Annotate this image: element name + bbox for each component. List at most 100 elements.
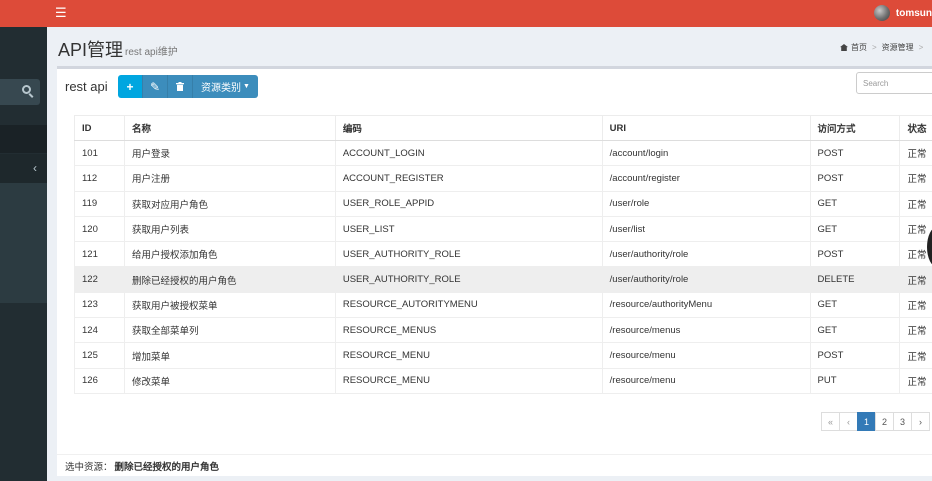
footer-divider	[57, 454, 932, 455]
pencil-icon: ✎	[149, 79, 161, 94]
prev-page-button[interactable]: ‹	[839, 412, 858, 431]
cell-uri: /resource/menu	[601, 342, 811, 369]
cell-id: 123	[74, 292, 125, 319]
user-menu[interactable]: tomsun	[873, 3, 932, 23]
sidebar-header	[0, 125, 47, 153]
user-name: tomsun	[895, 7, 932, 19]
cell-code: USER_ROLE_APPID	[334, 191, 603, 217]
cell-id: 121	[74, 241, 125, 268]
table-row[interactable]: 124 获取全部菜单列 RESOURCE_MENUS/resource/menus G…	[74, 317, 932, 344]
cell-uri: /user/list	[601, 216, 811, 243]
cell-uri: /resource/menu	[601, 368, 811, 394]
table-row[interactable]: 125 增加菜单 RESOURCE_MENU/resource/menu POST 正常	[74, 342, 932, 369]
resource-category-dropdown[interactable]: 资源类别 ▼	[193, 75, 258, 98]
cell-id: 112	[74, 165, 125, 192]
next-page-button[interactable]: ›	[911, 412, 930, 431]
cell-uri: /user/role	[601, 191, 811, 217]
cell-status: 正常	[899, 266, 932, 293]
table-body: 101 用户登录 ACCOUNT_LOGIN/account/login POST 正常…	[74, 140, 932, 394]
delete-button[interactable]	[168, 75, 193, 98]
edit-button[interactable]: ✎	[143, 75, 168, 98]
api-table: ID 名称 编码 URI 访问方式 状态 101 用户登录 ACCOUNT_LOGI…	[74, 115, 932, 394]
cell-name: 给用户授权添加角色	[123, 241, 336, 268]
breadcrumb: 首页 > 资源管理 >	[840, 42, 928, 53]
cell-name: 获取用户被授权菜单	[123, 292, 336, 319]
cell-status: 正常	[899, 368, 932, 394]
cell-status: 正常	[899, 292, 932, 319]
page-3-button[interactable]: 3	[893, 412, 912, 431]
cell-uri: /account/register	[601, 165, 811, 192]
cell-code: RESOURCE_MENUS	[334, 317, 603, 344]
trash-icon	[176, 82, 184, 91]
cell-id: 120	[74, 216, 125, 243]
selected-resource-value: 删除已经授权的用户角色	[114, 462, 220, 473]
cell-code: RESOURCE_MENU	[334, 342, 603, 369]
cell-method: GET	[809, 317, 900, 344]
cell-name: 获取对应用户角色	[123, 191, 336, 217]
column-header-code[interactable]: 编码	[334, 115, 603, 141]
page-subtitle: rest api维护	[125, 47, 178, 58]
table-row[interactable]: 121 给用户授权添加角色 USER_AUTHORITY_ROLE/user/aut…	[74, 241, 932, 268]
page-title: API管理	[58, 40, 124, 60]
table-row[interactable]: 119 获取对应用户角色 USER_ROLE_APPID/user/role GET 正…	[74, 191, 932, 217]
column-header-id[interactable]: ID	[74, 115, 125, 141]
plus-icon: +	[126, 79, 134, 94]
first-page-button[interactable]: «	[821, 412, 840, 431]
cell-uri: /user/authority/role	[601, 266, 811, 293]
search-icon[interactable]	[22, 85, 31, 94]
cell-name: 用户注册	[123, 165, 336, 192]
table-row[interactable]: 112 用户注册 ACCOUNT_REGISTER/account/register…	[74, 165, 932, 192]
table-row[interactable]: 101 用户登录 ACCOUNT_LOGIN/account/login POST 正常	[74, 140, 932, 167]
search-input[interactable]	[856, 72, 932, 94]
column-header-status[interactable]: 状态	[899, 115, 932, 141]
cell-method: GET	[809, 292, 900, 319]
cell-uri: /resource/menus	[601, 317, 811, 344]
cell-id: 125	[74, 342, 125, 369]
cell-code: USER_AUTHORITY_ROLE	[334, 266, 603, 293]
bars-icon[interactable]: ☰	[55, 4, 67, 22]
cell-name: 增加菜单	[123, 342, 336, 369]
column-header-method[interactable]: 访问方式	[809, 115, 900, 141]
cell-code: ACCOUNT_REGISTER	[334, 165, 603, 192]
breadcrumb-home[interactable]: 首页	[851, 42, 867, 53]
cell-id: 126	[74, 368, 125, 394]
cell-id: 122	[74, 266, 125, 293]
cell-status: 正常	[899, 317, 932, 344]
add-button[interactable]: +	[118, 75, 143, 98]
column-header-name[interactable]: 名称	[123, 115, 336, 141]
rest-api-box: rest api + ✎ 资源类别▼ ID 名称 编码 URI 访问方式 状态 …	[57, 66, 932, 476]
cell-name: 用户登录	[123, 140, 336, 167]
cell-code: ACCOUNT_LOGIN	[334, 140, 603, 167]
page-2-button[interactable]: 2	[875, 412, 894, 431]
sidebar-submenu	[0, 183, 47, 303]
cell-code: RESOURCE_MENU	[334, 368, 603, 394]
table-row[interactable]: 122 删除已经授权的用户角色 USER_AUTHORITY_ROLE/user/a…	[74, 266, 932, 293]
page-1-button[interactable]: 1	[857, 412, 876, 431]
sidebar-search[interactable]	[0, 79, 40, 105]
table-header-row: ID 名称 编码 URI 访问方式 状态	[74, 115, 932, 141]
cell-id: 101	[74, 140, 125, 167]
home-icon	[840, 44, 848, 51]
box-title: rest api	[65, 79, 108, 94]
cell-id: 119	[74, 191, 125, 217]
cell-uri: /account/login	[601, 140, 811, 167]
breadcrumb-separator: >	[918, 43, 924, 52]
cell-status: 正常	[899, 140, 932, 167]
table-row[interactable]: 120 获取用户列表 USER_LIST/user/list GET 正常	[74, 216, 932, 243]
cell-method: POST	[809, 241, 900, 268]
table-row[interactable]: 123 获取用户被授权菜单 RESOURCE_AUTORITYMENU/resour…	[74, 292, 932, 319]
cell-method: GET	[809, 216, 900, 243]
cell-uri: /user/authority/role	[601, 241, 811, 268]
pagination: «‹ 1 2 3 ›	[821, 412, 930, 431]
cell-name: 获取全部菜单列	[123, 317, 336, 344]
breadcrumb-resource[interactable]: 资源管理	[882, 42, 914, 53]
cell-name: 删除已经授权的用户角色	[123, 266, 336, 293]
column-header-uri[interactable]: URI	[601, 115, 811, 141]
sidebar: ‹	[0, 27, 47, 481]
breadcrumb-separator: >	[872, 43, 877, 52]
caret-down-icon: ▼	[243, 83, 250, 90]
table-row[interactable]: 126 修改菜单 RESOURCE_MENU/resource/menu PUT 正常	[74, 368, 932, 394]
cell-uri: /resource/authorityMenu	[601, 292, 811, 319]
sidebar-item-active[interactable]: ‹	[0, 154, 47, 183]
avatar	[873, 5, 890, 21]
